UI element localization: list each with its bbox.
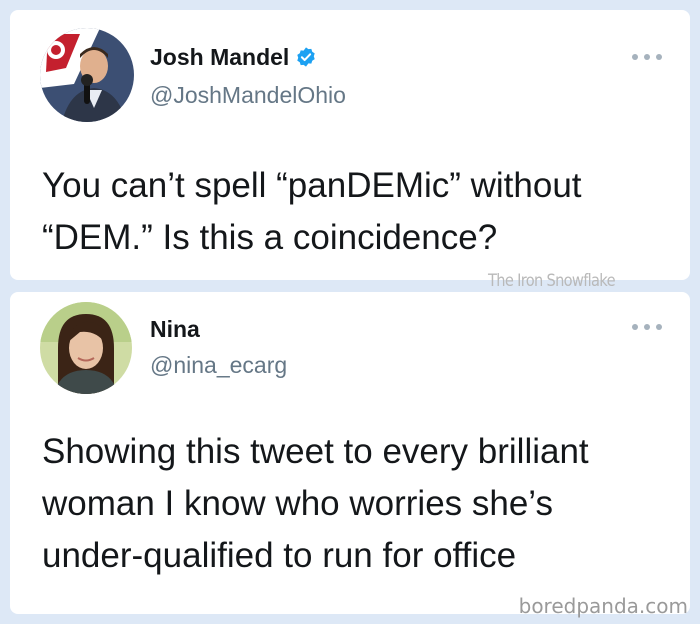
tweet-text-line: “DEM.” Is this a coincidence? — [42, 218, 498, 257]
tweet-text-line: under-qualified to run for office — [42, 536, 517, 575]
more-options-icon[interactable] — [632, 324, 662, 332]
display-name[interactable]: Nina — [150, 316, 200, 343]
more-options-icon[interactable] — [632, 54, 662, 62]
tweet-text: Showing this tweet to every brilliant wo… — [42, 426, 666, 582]
user-handle[interactable]: @JoshMandelOhio — [150, 82, 346, 109]
tweet-text-line: You can’t spell “panDEMic” without — [42, 166, 582, 205]
avatar[interactable] — [40, 302, 132, 394]
tweet-card-2[interactable]: Nina @nina_ecarg Showing this tweet to e… — [10, 292, 690, 614]
tweet-text-line: woman I know who worries she’s — [42, 484, 553, 523]
watermark: The Iron Snowflake — [488, 271, 616, 291]
tweet-text-line: Showing this tweet to every brilliant — [42, 432, 589, 471]
tweet-card-1[interactable]: Josh Mandel @JoshMandelOhio You can’t sp… — [10, 10, 690, 280]
tweet-text: You can’t spell “panDEMic” without “DEM.… — [42, 160, 666, 264]
display-name[interactable]: Josh Mandel — [150, 44, 317, 71]
source-credit: boredpanda.com — [518, 594, 688, 618]
user-handle[interactable]: @nina_ecarg — [150, 352, 287, 379]
verified-badge-icon — [297, 47, 316, 67]
avatar[interactable] — [40, 28, 134, 122]
